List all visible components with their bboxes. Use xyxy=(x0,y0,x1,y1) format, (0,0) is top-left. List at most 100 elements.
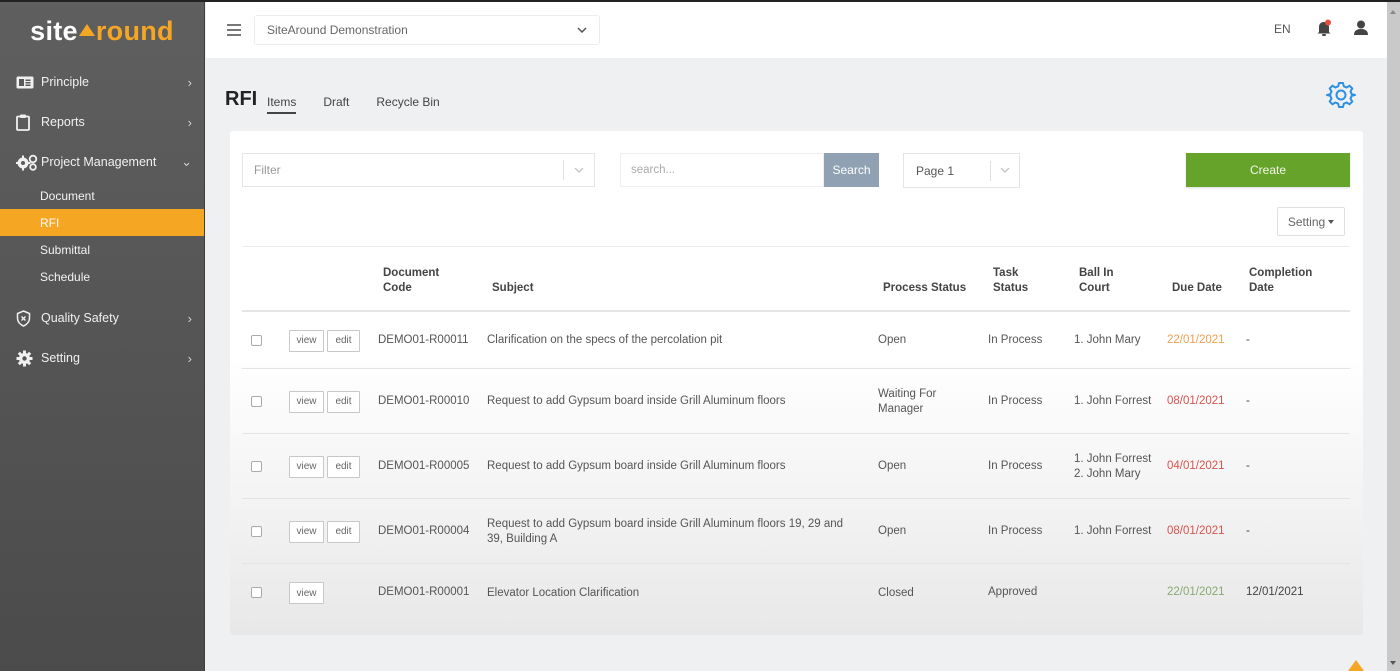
cell-completion-date: - xyxy=(1246,459,1250,472)
chevron-down-icon xyxy=(577,24,587,36)
cell-document-code[interactable]: DEMO01-R00011 xyxy=(378,333,469,348)
sidebar-subitem-rfi[interactable]: RFI xyxy=(0,209,204,236)
tab-draft[interactable]: Draft xyxy=(323,95,349,114)
edit-button[interactable]: edit xyxy=(327,329,360,352)
cell-due-date: 08/01/2021 xyxy=(1167,524,1225,537)
scroll-up-arrow-icon[interactable] xyxy=(1390,10,1396,14)
language-switcher[interactable]: EN xyxy=(1274,22,1291,36)
page-scrollbar[interactable] xyxy=(1387,2,1400,671)
setting-label: Setting xyxy=(1287,214,1326,229)
search-input[interactable] xyxy=(620,153,824,187)
view-button[interactable]: view xyxy=(289,582,324,604)
filter-select[interactable]: Filter xyxy=(242,153,595,187)
row-checkbox[interactable] xyxy=(251,334,262,346)
cell-document-code[interactable]: DEMO01-R00010 xyxy=(378,394,469,409)
sidebar-subitem-label: Submittal xyxy=(40,242,91,257)
rfi-list-card: Filter Search Page 1 Create Setting Docu… xyxy=(230,131,1363,635)
page-tabs: Items Draft Recycle Bin xyxy=(267,95,467,114)
th-ball-in-court[interactable]: Ball In Court xyxy=(1079,266,1114,296)
sidebar-item-principle[interactable]: Principle › xyxy=(0,62,204,102)
page-settings-gear-icon[interactable] xyxy=(1326,80,1356,110)
cell-subject: Request to add Gypsum board inside Grill… xyxy=(487,395,786,407)
cell-subject: Clarification on the specs of the percol… xyxy=(487,334,723,346)
view-button[interactable]: view xyxy=(289,329,324,352)
cell-task-status: In Process xyxy=(988,394,1043,407)
th-subject[interactable]: Subject xyxy=(492,281,534,296)
gear-icon xyxy=(16,349,38,367)
tab-items[interactable]: Items xyxy=(267,95,297,114)
create-button[interactable]: Create xyxy=(1186,153,1350,187)
th-completion-date[interactable]: Completion Date xyxy=(1249,266,1312,296)
view-button[interactable]: view xyxy=(289,520,324,543)
window-top-border xyxy=(0,0,1400,2)
user-profile-icon[interactable] xyxy=(1353,19,1369,37)
sidebar-item-label: Principle xyxy=(41,75,89,89)
th-process-status[interactable]: Process Status xyxy=(883,281,966,296)
cell-due-date: 08/01/2021 xyxy=(1167,394,1225,407)
cell-task-status: In Process xyxy=(988,524,1043,537)
cell-ball-in-court: 1. John Mary xyxy=(1074,334,1141,346)
edit-button[interactable]: edit xyxy=(327,390,360,413)
sidebar-item-label: Quality Safety xyxy=(41,311,119,325)
id-card-icon xyxy=(16,73,38,91)
page-select-value: Page 1 xyxy=(916,163,955,178)
cell-document-code[interactable]: DEMO01-R00001 xyxy=(378,585,469,600)
sidebar-item-quality-safety[interactable]: Quality Safety › xyxy=(0,298,204,338)
scroll-down-arrow-icon[interactable] xyxy=(1390,661,1396,665)
table-setting-dropdown[interactable]: Setting xyxy=(1277,207,1345,236)
cell-completion-date: 12/01/2021 xyxy=(1246,586,1304,598)
filter-placeholder: Filter xyxy=(254,163,281,177)
chevron-down-icon xyxy=(564,165,594,176)
cell-process-status: Open xyxy=(878,460,907,472)
th-task-status[interactable]: Task Status xyxy=(993,266,1028,296)
table-row: view DEMO01-R00001 Elevator Location Clari… xyxy=(242,564,1350,622)
search-button[interactable]: Search xyxy=(824,153,879,187)
cell-due-date: 04/01/2021 xyxy=(1167,459,1225,472)
page-select[interactable]: Page 1 xyxy=(903,153,1020,188)
warning-triangle-icon[interactable] xyxy=(1348,660,1364,671)
sidebar-subitem-document[interactable]: Document xyxy=(0,182,204,209)
view-button[interactable]: view xyxy=(289,390,324,413)
edit-button[interactable]: edit xyxy=(327,520,360,543)
chevron-right-icon: › xyxy=(187,74,192,90)
table-header: Document Code Subject Process Status Task… xyxy=(242,246,1350,312)
cell-completion-date: - xyxy=(1246,394,1250,407)
sidebar-item-label: Reports xyxy=(41,115,85,129)
sidebar-item-label: Setting xyxy=(41,351,80,365)
gears-icon xyxy=(16,153,38,171)
hamburger-menu-icon[interactable] xyxy=(227,21,241,39)
view-button[interactable]: view xyxy=(289,455,324,478)
cell-ball-in-court: 1. John Forrest 2. John Mary xyxy=(1074,452,1152,480)
table-row: view edit DEMO01-R00004 Request to add Gyps… xyxy=(242,499,1350,564)
edit-button[interactable]: edit xyxy=(327,455,360,478)
sidebar: site round Principle › Reports › Project … xyxy=(0,0,205,671)
row-checkbox[interactable] xyxy=(251,525,262,537)
cell-ball-in-court: 1. John Forrest xyxy=(1074,525,1152,537)
th-due-date[interactable]: Due Date xyxy=(1172,281,1222,296)
sidebar-subitem-schedule[interactable]: Schedule xyxy=(0,263,204,290)
rfi-table: Document Code Subject Process Status Task… xyxy=(242,246,1350,622)
logo-text-site: site xyxy=(30,15,78,46)
sidebar-item-project-management[interactable]: Project Management ⌄ xyxy=(0,142,204,182)
table-row: view edit DEMO01-R00010 Request to add Gyps… xyxy=(242,369,1350,434)
logo[interactable]: site round xyxy=(0,0,204,62)
cell-document-code[interactable]: DEMO01-R00005 xyxy=(378,459,469,474)
tab-recycle-bin[interactable]: Recycle Bin xyxy=(376,95,439,114)
table-row: view edit DEMO01-R00005 Request to add Gyps… xyxy=(242,434,1350,499)
project-select[interactable]: SiteAround Demonstration xyxy=(254,15,600,45)
project-select-value: SiteAround Demonstration xyxy=(267,23,408,37)
chevron-right-icon: › xyxy=(187,350,192,366)
th-document-code[interactable]: Document Code xyxy=(383,266,439,296)
notification-bell-icon[interactable] xyxy=(1316,19,1332,37)
clipboard-icon xyxy=(16,113,38,131)
sidebar-item-setting[interactable]: Setting › xyxy=(0,338,204,378)
sidebar-subitem-submittal[interactable]: Submittal xyxy=(0,236,204,263)
row-checkbox[interactable] xyxy=(251,587,262,598)
sidebar-item-reports[interactable]: Reports › xyxy=(0,102,204,142)
row-checkbox[interactable] xyxy=(251,460,262,472)
page-title: RFI xyxy=(225,88,258,110)
cell-due-date: 22/01/2021 xyxy=(1167,586,1225,598)
sidebar-subitem-label: Document xyxy=(40,188,95,203)
row-checkbox[interactable] xyxy=(251,395,262,407)
cell-document-code[interactable]: DEMO01-R00004 xyxy=(378,524,469,539)
